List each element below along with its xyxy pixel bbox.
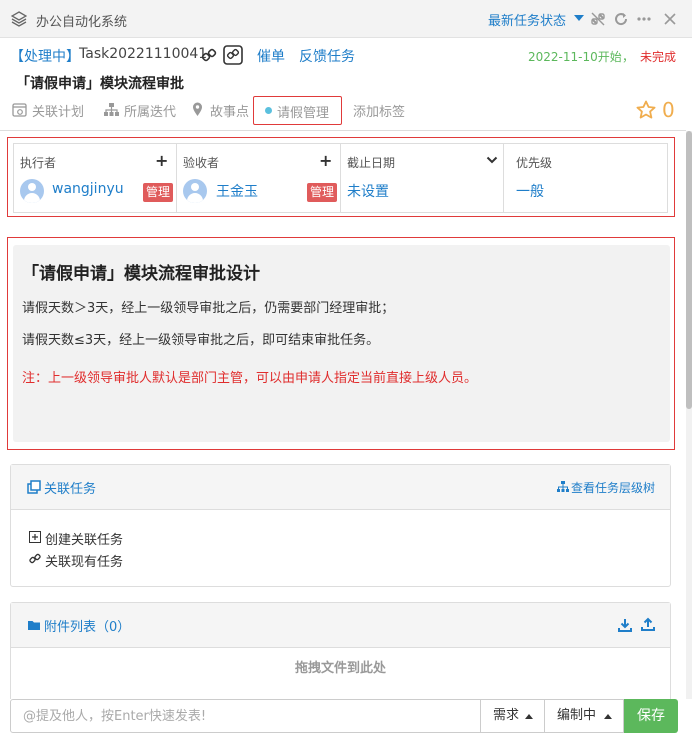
acceptor-label: 验收者	[183, 156, 220, 170]
add-executor-icon[interactable]: +	[155, 151, 168, 170]
map-marker-icon	[193, 102, 202, 116]
panel-header: 附件列表（0）	[11, 603, 670, 648]
description-paragraph: 请假天数＞3天，经上一级领导审批之后，仍需要部门经理审批；	[22, 301, 395, 316]
acceptor-name[interactable]: 王金玉	[216, 181, 258, 201]
scrollbar-thumb[interactable]	[686, 131, 692, 409]
panel-header: 关联任务 查看任务层级树	[11, 465, 670, 510]
add-tag-button[interactable]: 添加标签	[353, 101, 405, 120]
attachments-panel: 附件列表（0） 拖拽文件到此处	[10, 602, 671, 702]
refresh-icon[interactable]	[613, 11, 629, 27]
admin-badge: 管理	[307, 183, 338, 202]
sitemap-icon	[557, 481, 569, 492]
comment-input[interactable]	[10, 699, 481, 733]
executor-name[interactable]: wangjinyu	[52, 181, 124, 197]
attachments-title: 附件列表（0）	[44, 620, 131, 635]
type-dropdown[interactable]: 需求	[481, 699, 545, 733]
dot-icon	[265, 107, 272, 114]
type-dropdown-label: 需求	[493, 708, 520, 723]
task-title[interactable]: 「请假申请」模块流程审批	[16, 73, 184, 93]
folder-icon	[28, 621, 40, 630]
deadline-label: 截止日期	[347, 156, 396, 170]
latest-status-menu[interactable]: 最新任务状态	[488, 10, 566, 29]
urge-button[interactable]: 催单	[257, 46, 285, 66]
save-button[interactable]: 保存	[624, 699, 678, 733]
calendar-icon	[12, 103, 27, 117]
admin-badge: 管理	[143, 183, 174, 202]
chevron-down-icon[interactable]	[574, 15, 584, 21]
close-icon[interactable]	[662, 11, 678, 27]
plus-square-icon	[29, 531, 41, 543]
upload-icon[interactable]	[641, 617, 655, 631]
view-task-tree-label: 查看任务层级树	[571, 481, 656, 495]
assignment-box: 执行者 + wangjinyu 管理 验收者 + 王金玉 管理 截止日期 未设置…	[13, 143, 668, 213]
link-existing-task-label: 关联现有任务	[45, 555, 124, 570]
description-heading: 「请假申请」模块流程审批设计	[22, 264, 260, 284]
header-divider	[0, 130, 686, 131]
avatar	[183, 179, 207, 203]
download-icon[interactable]	[618, 618, 632, 632]
story-point-label: 故事点	[210, 105, 250, 120]
more-icon[interactable]	[636, 11, 652, 27]
feedback-task-button[interactable]: 反馈任务	[299, 46, 355, 66]
star-count: 0	[662, 98, 675, 122]
iteration-label: 所属迭代	[124, 105, 177, 120]
caret-up-icon	[604, 714, 612, 719]
executor-column: 执行者 + wangjinyu 管理	[14, 144, 177, 212]
deadline-column[interactable]: 截止日期 未设置	[341, 144, 504, 212]
link-icon	[29, 553, 41, 564]
star-icon[interactable]	[636, 100, 656, 120]
description-note: 注：上一级领导审批人默认是部门主管，可以由申请人指定当前直接上级人员。	[22, 371, 478, 386]
deadline-value[interactable]: 未设置	[347, 181, 389, 201]
priority-value[interactable]: 一般	[516, 181, 544, 201]
start-date: 2022-11-10开始	[528, 50, 622, 64]
create-related-task-label: 创建关联任务	[45, 533, 124, 548]
related-plan-label: 关联计划	[32, 105, 85, 120]
avatar	[20, 179, 44, 203]
related-tasks-panel: 关联任务 查看任务层级树 创建关联任务 关联现有任务	[10, 464, 671, 587]
related-tasks-icon	[27, 480, 41, 494]
caret-up-icon	[525, 714, 533, 719]
file-drop-zone[interactable]: 拖拽文件到此处	[11, 649, 670, 689]
module-tag[interactable]: 请假管理	[253, 96, 342, 125]
state-dropdown[interactable]: 编制中	[545, 699, 624, 733]
app-title: 办公自动化系统	[36, 15, 128, 30]
comment-bar: 需求 编制中 保存	[0, 699, 692, 745]
title-bar: 办公自动化系统 最新任务状态	[0, 0, 692, 38]
priority-column[interactable]: 优先级 一般	[504, 144, 667, 212]
layers-icon	[11, 11, 27, 27]
link-icon[interactable]	[200, 46, 218, 64]
related-tasks-title: 关联任务	[44, 482, 97, 497]
add-acceptor-icon[interactable]: +	[319, 151, 332, 170]
completion-status: 未完成	[640, 50, 677, 64]
priority-label: 优先级	[516, 156, 553, 170]
module-tag-label: 请假管理	[277, 106, 330, 121]
state-dropdown-label: 编制中	[557, 708, 597, 723]
description-paragraph: 请假天数≤3天，经上一级领导审批之后，即可结束审批任务。	[22, 333, 380, 348]
task-detail-page: 办公自动化系统 最新任务状态 【处理中】 Task20221110041 催单 …	[0, 0, 692, 745]
unlink-icon[interactable]	[590, 11, 606, 27]
date-separator: ，	[622, 50, 635, 64]
task-id: Task20221110041	[79, 46, 208, 62]
copy-link-icon[interactable]	[223, 45, 243, 65]
acceptor-column: 验收者 + 王金玉 管理	[177, 144, 341, 212]
executor-label: 执行者	[20, 156, 57, 170]
sitemap-icon	[104, 103, 119, 116]
task-status-tag: 【处理中】	[10, 49, 80, 65]
chevron-down-icon[interactable]	[486, 154, 498, 166]
task-meta-row: 关联计划 所属迭代 故事点	[0, 97, 692, 123]
